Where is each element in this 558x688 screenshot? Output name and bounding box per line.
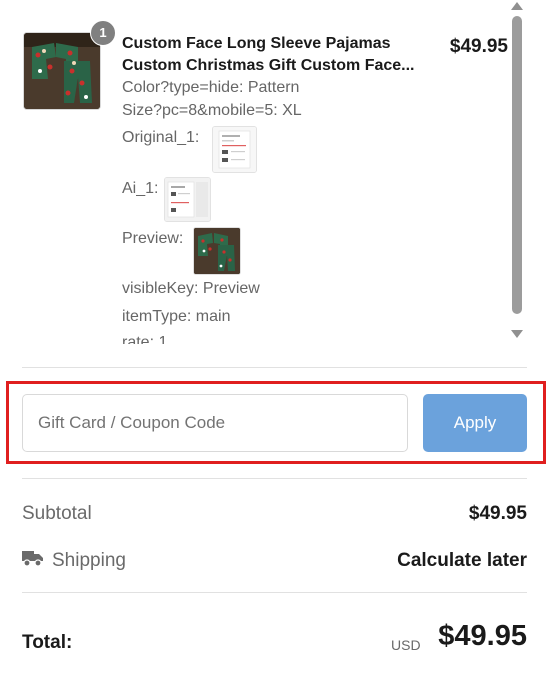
ai-image-thumbnail[interactable] — [164, 177, 211, 222]
total-value: $49.95 — [438, 620, 527, 652]
property-visible-key: visibleKey: Preview — [122, 280, 260, 297]
divider-after-coupon — [22, 478, 527, 479]
original-image-thumbnail[interactable] — [212, 126, 257, 173]
property-rate: rate: 1 — [122, 334, 168, 344]
property-size: Size?pc=8&mobile=5: XL — [122, 102, 302, 119]
property-original-label: Original_1: — [122, 129, 200, 146]
product-list-scroll-area[interactable]: 1 Custom Face Long Sleeve Pajamas Custom… — [0, 0, 532, 344]
divider-before-total — [22, 592, 527, 593]
product-title[interactable]: Custom Face Long Sleeve Pajamas Custom C… — [122, 33, 422, 77]
divider-after-products — [22, 367, 527, 368]
product-price: $49.95 — [449, 36, 508, 57]
product-list-scrollbar[interactable] — [508, 0, 526, 344]
subtotal-label: Subtotal — [22, 503, 92, 524]
total-label: Total: — [22, 632, 73, 653]
product-title-line-1: Custom Face Long Sleeve Pajamas — [122, 35, 391, 52]
truck-icon — [22, 549, 44, 567]
quantity-badge: 1 — [90, 20, 116, 46]
order-summary: 1 Custom Face Long Sleeve Pajamas Custom… — [0, 0, 558, 688]
product-thumbnail-wrapper: 1 — [23, 20, 116, 110]
currency-code: USD — [391, 637, 421, 653]
apply-coupon-button[interactable]: Apply — [423, 394, 527, 452]
shipping-value: Calculate later — [397, 550, 527, 571]
scrollbar-thumb[interactable] — [512, 16, 522, 314]
property-preview-label: Preview: — [122, 230, 184, 247]
property-item-type: itemType: main — [122, 308, 231, 325]
property-color: Color?type=hide: Pattern — [122, 79, 300, 96]
preview-image-thumbnail[interactable] — [193, 227, 241, 275]
property-ai-label: Ai_1: — [122, 180, 159, 197]
scroll-down-arrow-icon[interactable] — [511, 330, 523, 338]
shipping-label: Shipping — [52, 550, 126, 571]
subtotal-value: $49.95 — [468, 503, 527, 524]
coupon-code-input[interactable] — [22, 394, 408, 452]
product-thumbnail — [23, 32, 101, 110]
product-title-line-2: Custom Christmas Gift Custom Face... — [122, 57, 415, 74]
scroll-up-arrow-icon[interactable] — [511, 2, 523, 10]
